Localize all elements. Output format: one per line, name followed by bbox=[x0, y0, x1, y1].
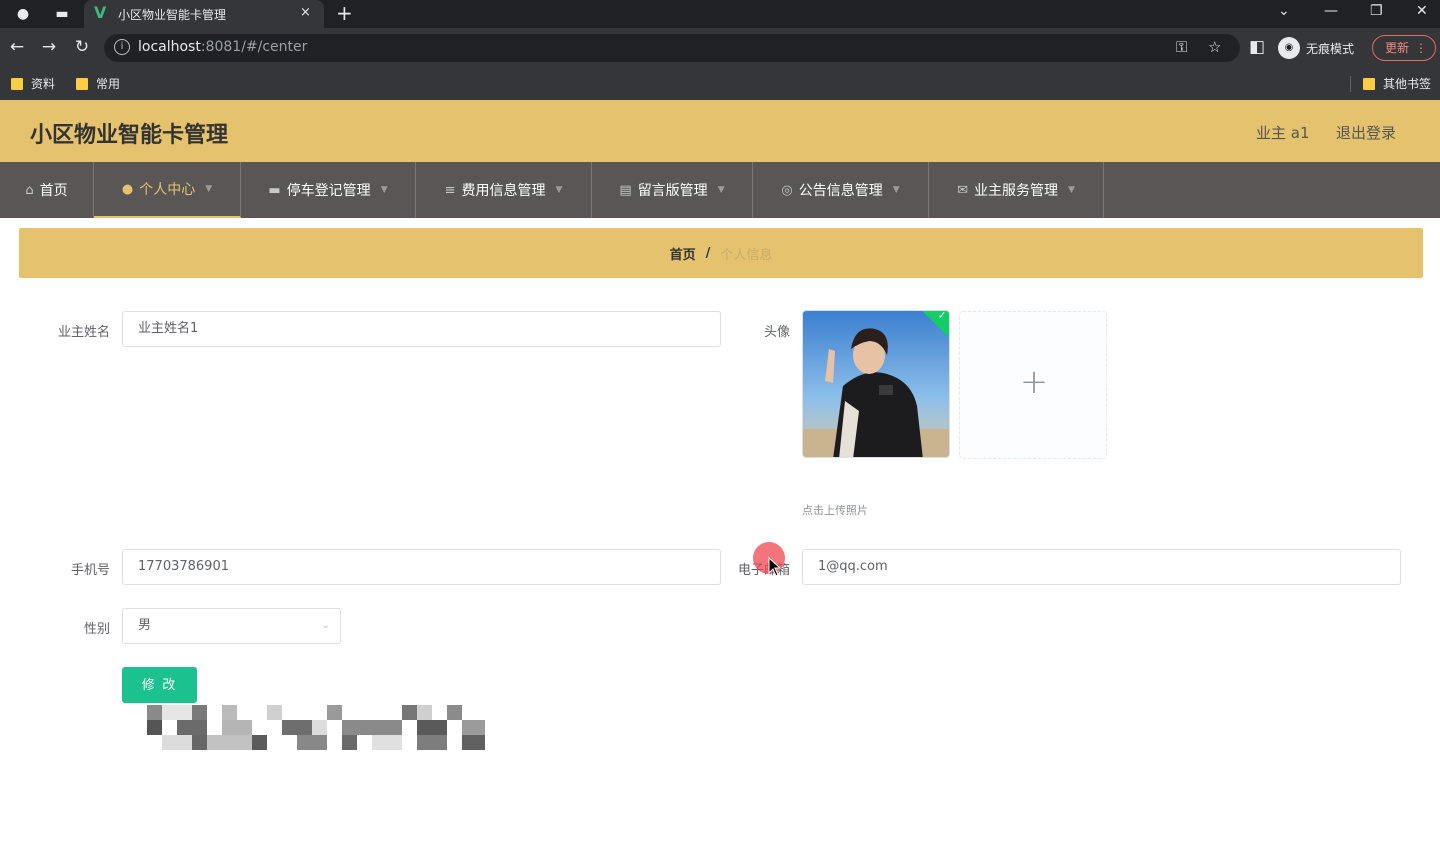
sidepanel-icon[interactable]: ◧ bbox=[1246, 37, 1268, 57]
tab-close-icon[interactable]: × bbox=[300, 5, 311, 20]
incognito-label: 无痕模式 bbox=[1306, 41, 1355, 56]
bookmark-label: 常用 bbox=[96, 77, 121, 91]
document-icon: ▤ bbox=[619, 182, 632, 198]
browser-globe-icon[interactable]: ● bbox=[13, 4, 33, 24]
tab-search-icon[interactable]: ⌄ bbox=[1278, 3, 1290, 19]
site-info-icon[interactable]: i bbox=[114, 39, 130, 55]
new-tab-button[interactable]: + bbox=[336, 1, 353, 25]
minimize-icon[interactable]: — bbox=[1324, 3, 1338, 19]
owner-name-input[interactable]: 业主姓名1 bbox=[122, 311, 721, 347]
bell-icon: ◎ bbox=[781, 182, 793, 198]
vue-logo-icon: V bbox=[94, 3, 107, 22]
restore-icon[interactable]: ❐ bbox=[1370, 3, 1383, 19]
pixelated-watermark bbox=[147, 705, 487, 751]
reload-icon[interactable]: ↻ bbox=[71, 37, 93, 57]
gender-select[interactable]: 男 ⌄ bbox=[122, 608, 341, 644]
folder-icon bbox=[11, 77, 23, 90]
owner-name-label: 业主姓名 bbox=[57, 325, 110, 340]
nav-label: 费用信息管理 bbox=[461, 183, 546, 199]
user-icon: ● bbox=[121, 181, 134, 197]
mail-icon: ✉ bbox=[957, 182, 968, 198]
nav-item-parking[interactable]: ▬ 停车登记管理 ▼ bbox=[241, 162, 416, 218]
close-window-icon[interactable]: ✕ bbox=[1416, 3, 1428, 19]
incognito-icon: ◉ bbox=[1278, 37, 1300, 59]
nav-item-home[interactable]: ⌂ 首页 bbox=[0, 162, 94, 218]
chevron-down-icon: ▼ bbox=[380, 185, 388, 195]
check-icon: ✓ bbox=[937, 310, 947, 322]
update-button[interactable]: 更新 ⋮ bbox=[1372, 35, 1436, 61]
nav-label: 业主服务管理 bbox=[973, 183, 1058, 199]
bookmark-separator bbox=[1350, 76, 1351, 92]
update-label: 更新 bbox=[1385, 41, 1410, 55]
bookmark-folder-ziliao[interactable]: 资料 bbox=[11, 75, 55, 92]
browser-tab-bar: ● ▬ V 小区物业智能卡管理 × + ⌄ — ❐ ✕ bbox=[0, 0, 1440, 28]
chevron-down-icon: ▼ bbox=[717, 185, 725, 195]
email-input[interactable]: 1@qq.com bbox=[802, 549, 1401, 585]
chevron-down-icon: ⌄ bbox=[321, 620, 330, 631]
nav-item-fees[interactable]: ≡ 费用信息管理 ▼ bbox=[416, 162, 592, 218]
folder-icon bbox=[76, 77, 88, 90]
nav-item-messages[interactable]: ▤ 留言版管理 ▼ bbox=[592, 162, 753, 218]
update-profile-button[interactable]: 修 改 bbox=[122, 667, 197, 703]
avatar-image[interactable]: ✓ bbox=[802, 310, 950, 458]
browser-tab-active[interactable]: V 小区物业智能卡管理 × bbox=[84, 0, 324, 28]
breadcrumb-home[interactable]: 首页 bbox=[670, 244, 696, 263]
back-icon[interactable]: ← bbox=[6, 37, 28, 57]
nav-label: 停车登记管理 bbox=[286, 183, 371, 199]
phone-label: 手机号 bbox=[70, 563, 110, 578]
nav-label: 留言版管理 bbox=[637, 183, 708, 199]
url-text: localhost:8081/#/center bbox=[138, 39, 308, 55]
bookmark-star-icon[interactable]: ☆ bbox=[1208, 38, 1221, 56]
bookmark-folder-changyong[interactable]: 常用 bbox=[76, 75, 120, 92]
avatar-upload-button[interactable]: + bbox=[959, 311, 1107, 459]
nav-label: 公告信息管理 bbox=[798, 183, 883, 199]
upload-tip: 点击上传照片 bbox=[802, 504, 868, 517]
chevron-down-icon: ▼ bbox=[1067, 185, 1075, 195]
address-bar[interactable]: i localhost:8081/#/center ⚿ ☆ bbox=[104, 34, 1240, 62]
plus-icon: + bbox=[1019, 362, 1049, 402]
mouse-cursor-icon bbox=[768, 557, 782, 577]
incognito-profile[interactable]: ◉ 无痕模式 bbox=[1278, 34, 1354, 62]
tab-overview-icon[interactable]: ▬ bbox=[52, 4, 72, 24]
breadcrumb: 首页 / 个人信息 bbox=[19, 228, 1423, 278]
app-title: 小区物业智能卡管理 bbox=[30, 123, 229, 148]
nav-item-personal-center[interactable]: ● 个人中心 ▼ bbox=[94, 162, 241, 218]
phone-input[interactable]: 17703786901 bbox=[122, 549, 721, 585]
breadcrumb-current: 个人信息 bbox=[720, 247, 773, 263]
main-nav: ⌂ 首页 ● 个人中心 ▼ ▬ 停车登记管理 ▼ ≡ 费用信息管理 ▼ ▤ 留言… bbox=[0, 162, 1440, 218]
list-icon: ≡ bbox=[444, 182, 456, 198]
nav-label: 个人中心 bbox=[139, 182, 196, 198]
gender-selected-value: 男 bbox=[138, 618, 152, 633]
app-header: 小区物业智能卡管理 业主 a1 退出登录 bbox=[0, 100, 1440, 162]
nav-item-owner-services[interactable]: ✉ 业主服务管理 ▼ bbox=[929, 162, 1104, 218]
profile-form bbox=[19, 288, 1423, 748]
menu-dots-icon: ⋮ bbox=[1415, 41, 1427, 55]
avatar-photo bbox=[803, 311, 949, 457]
browser-tab-title: 小区物业智能卡管理 bbox=[118, 8, 227, 22]
bookmark-label: 资料 bbox=[31, 77, 56, 91]
bookmarks-bar: 资料 常用 其他书签 bbox=[0, 68, 1440, 100]
chevron-down-icon: ▼ bbox=[555, 185, 563, 195]
bookmark-label: 其他书签 bbox=[1383, 77, 1432, 91]
browser-toolbar: ← → ↻ i localhost:8081/#/center ⚿ ☆ ◧ ◉ … bbox=[0, 28, 1440, 68]
chevron-down-icon: ▼ bbox=[205, 184, 213, 194]
avatar-label: 头像 bbox=[763, 325, 790, 340]
briefcase-icon: ▬ bbox=[268, 182, 281, 198]
chevron-down-icon: ▼ bbox=[892, 185, 900, 195]
nav-label: 首页 bbox=[39, 183, 68, 199]
current-user: 业主 a1 bbox=[1256, 124, 1310, 142]
logout-link[interactable]: 退出登录 bbox=[1336, 122, 1396, 143]
key-icon[interactable]: ⚿ bbox=[1176, 38, 1187, 56]
nav-item-announcements[interactable]: ◎ 公告信息管理 ▼ bbox=[753, 162, 929, 218]
breadcrumb-separator: / bbox=[705, 245, 711, 261]
folder-icon bbox=[1363, 77, 1375, 90]
gender-label: 性别 bbox=[83, 622, 110, 637]
forward-icon[interactable]: → bbox=[38, 37, 60, 57]
bookmark-folder-other[interactable]: 其他书签 bbox=[1363, 75, 1431, 92]
home-icon: ⌂ bbox=[25, 182, 34, 198]
